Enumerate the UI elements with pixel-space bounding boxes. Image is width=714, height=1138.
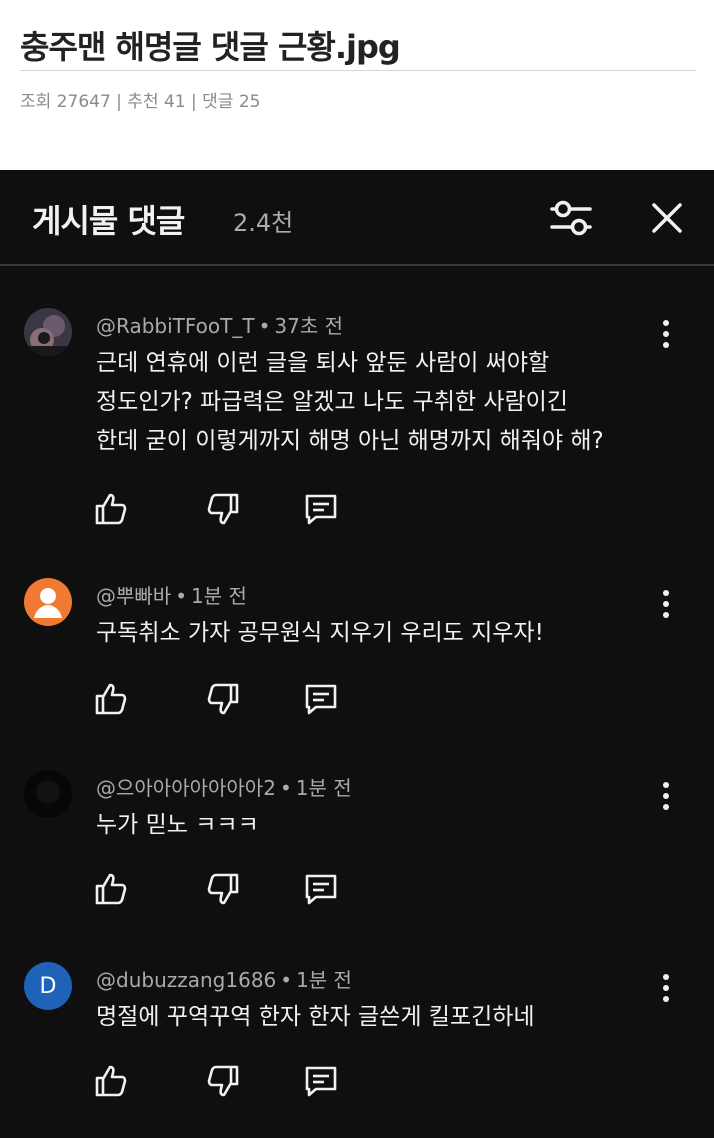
comments-panel-header: 게시물 댓글 2.4천 [0, 170, 714, 265]
more-button[interactable] [652, 778, 680, 814]
comment-author[interactable]: @RabbiTFooT_T [96, 314, 255, 338]
comment-meta: @dubuzzang1686 • 1분 전 [96, 964, 352, 993]
comment-actions [92, 490, 352, 530]
reply-button[interactable] [302, 490, 340, 528]
thumbs-down-icon [207, 1065, 239, 1097]
comment-time: 1분 전 [191, 584, 247, 608]
comment-meta: @으아아아아아아아2 • 1분 전 [96, 772, 352, 801]
comment-line: 정도인가? 파급력은 알겠고 나도 구취한 사람이긴 [96, 389, 568, 415]
post-meta: 조회 27647 | 추천 41 | 댓글 25 [20, 92, 261, 112]
reply-icon [305, 494, 337, 525]
meta-separator: • [280, 968, 293, 992]
comment-line: 구독취소 가자 공무원식 지우기 우리도 지우자! [96, 620, 544, 646]
avatar[interactable] [24, 308, 72, 356]
post-title: 충주맨 해명글 댓글 근황.jpg [20, 28, 401, 66]
more-vertical-icon [663, 974, 669, 1002]
comments-panel: 게시물 댓글 2.4천 @RabbiTFooT_T • 37초 전 근데 연휴에… [0, 170, 714, 1138]
comment-author[interactable]: @으아아아아아아아2 [96, 776, 276, 800]
comment-time: 37초 전 [274, 314, 343, 338]
thumbs-up-icon [95, 1065, 127, 1097]
comment-author[interactable]: @뿌빠바 [96, 584, 171, 608]
comment-line: 누가 믿노 ㅋㅋㅋ [96, 812, 259, 838]
comment-text: 명절에 꾸역꾸역 한자 한자 글쓴게 킬포긴하네 [96, 998, 535, 1037]
post-header: 충주맨 해명글 댓글 근황.jpg 조회 27647 | 추천 41 | 댓글 … [0, 0, 714, 170]
avatar[interactable] [24, 770, 72, 818]
dislike-button[interactable] [204, 490, 242, 528]
thumbs-down-icon [207, 873, 239, 905]
comment-actions [92, 870, 352, 910]
post-divider [20, 70, 696, 71]
panel-title: 게시물 댓글 [32, 202, 185, 240]
sliders-icon [550, 200, 592, 236]
reply-button[interactable] [302, 1062, 340, 1100]
reply-icon [305, 874, 337, 905]
dislike-button[interactable] [204, 870, 242, 908]
reply-button[interactable] [302, 870, 340, 908]
comment-item: D @dubuzzang1686 • 1분 전 명절에 꾸역꾸역 한자 한자 글쓴게… [0, 962, 714, 1102]
thumbs-up-icon [95, 493, 127, 525]
comment-line: 한데 굳이 이렇게까지 해명 아닌 해명까지 해줘야 해? [96, 428, 604, 454]
comment-item: @뿌빠바 • 1분 전 구독취소 가자 공무원식 지우기 우리도 지우자! [0, 578, 714, 718]
comment-meta: @뿌빠바 • 1분 전 [96, 580, 247, 609]
comment-actions [92, 680, 352, 720]
comment-time: 1분 전 [295, 776, 352, 800]
more-button[interactable] [652, 970, 680, 1006]
meta-separator: • [175, 584, 187, 608]
dislike-button[interactable] [204, 1062, 242, 1100]
like-button[interactable] [92, 680, 130, 718]
close-icon [652, 203, 682, 233]
reply-icon [305, 684, 337, 715]
like-button[interactable] [92, 1062, 130, 1100]
panel-divider [0, 264, 714, 266]
more-vertical-icon [663, 782, 669, 810]
close-button[interactable] [645, 196, 689, 240]
filter-button[interactable] [549, 196, 593, 240]
avatar[interactable] [24, 578, 72, 626]
thumbs-up-icon [95, 683, 127, 715]
comment-text: 누가 믿노 ㅋㅋㅋ [96, 806, 259, 845]
avatar[interactable]: D [24, 962, 72, 1010]
comment-item: @으아아아아아아아2 • 1분 전 누가 믿노 ㅋㅋㅋ [0, 770, 714, 910]
more-button[interactable] [652, 316, 680, 352]
comment-actions [92, 1062, 352, 1102]
thumbs-down-icon [207, 683, 239, 715]
default-person-icon [34, 588, 62, 618]
comment-item: @RabbiTFooT_T • 37초 전 근데 연휴에 이런 글을 퇴사 앞둔 사… [0, 308, 714, 525]
thumbs-up-icon [95, 873, 127, 905]
more-vertical-icon [663, 590, 669, 618]
like-button[interactable] [92, 490, 130, 528]
thumbs-down-icon [207, 493, 239, 525]
reply-button[interactable] [302, 680, 340, 718]
like-button[interactable] [92, 870, 130, 908]
comment-line: 근데 연휴에 이런 글을 퇴사 앞둔 사람이 써야할 [96, 350, 550, 376]
avatar-letter: D [39, 973, 57, 999]
comment-text: 근데 연휴에 이런 글을 퇴사 앞둔 사람이 써야할 정도인가? 파급력은 알겠… [96, 344, 604, 461]
reply-icon [305, 1066, 337, 1097]
more-vertical-icon [663, 320, 669, 348]
more-button[interactable] [652, 586, 680, 622]
comment-author[interactable]: @dubuzzang1686 [96, 968, 276, 992]
avatar-photo [24, 308, 72, 356]
comment-line: 명절에 꾸역꾸역 한자 한자 글쓴게 킬포긴하네 [96, 1004, 535, 1030]
meta-separator: • [258, 314, 271, 338]
dislike-button[interactable] [204, 680, 242, 718]
avatar-photo [24, 770, 72, 818]
comment-meta: @RabbiTFooT_T • 37초 전 [96, 310, 343, 339]
meta-separator: • [279, 776, 292, 800]
comment-count: 2.4천 [233, 209, 294, 237]
comment-text: 구독취소 가자 공무원식 지우기 우리도 지우자! [96, 614, 544, 653]
comment-time: 1분 전 [296, 968, 352, 992]
